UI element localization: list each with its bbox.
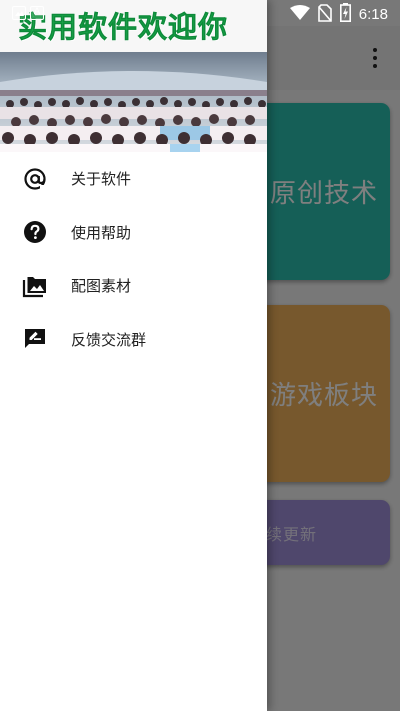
header-group-photo <box>0 52 267 152</box>
no-sim-icon <box>317 3 332 26</box>
menu-label-image-assets: 配图素材 <box>71 277 132 296</box>
menu-label-help: 使用帮助 <box>71 223 132 242</box>
help-circle-icon <box>22 219 48 245</box>
menu-label-about: 关于软件 <box>71 170 132 189</box>
at-sign-icon <box>22 166 48 192</box>
photo-library-icon <box>22 273 48 299</box>
feedback-icon <box>22 326 48 352</box>
battery-charging-icon <box>339 3 351 26</box>
font-notification-icon: A <box>30 6 44 20</box>
status-time: 6:18 <box>358 6 388 23</box>
status-bar: A 6:18 <box>0 0 400 26</box>
menu-label-feedback: 反馈交流群 <box>71 330 147 349</box>
menu-item-about[interactable]: 关于软件 <box>0 152 267 206</box>
drawer-menu: 关于软件 使用帮助 配图素材 反馈交流群 <box>0 152 267 366</box>
image-notification-icon <box>12 6 26 20</box>
navigation-drawer: 实用软件欢迎你 关于软件 使用帮助 配图素材 反馈交流群 <box>0 0 267 711</box>
menu-item-image-assets[interactable]: 配图素材 <box>0 259 267 313</box>
menu-item-feedback[interactable]: 反馈交流群 <box>0 313 267 367</box>
wifi-icon <box>289 4 310 25</box>
menu-item-help[interactable]: 使用帮助 <box>0 206 267 260</box>
